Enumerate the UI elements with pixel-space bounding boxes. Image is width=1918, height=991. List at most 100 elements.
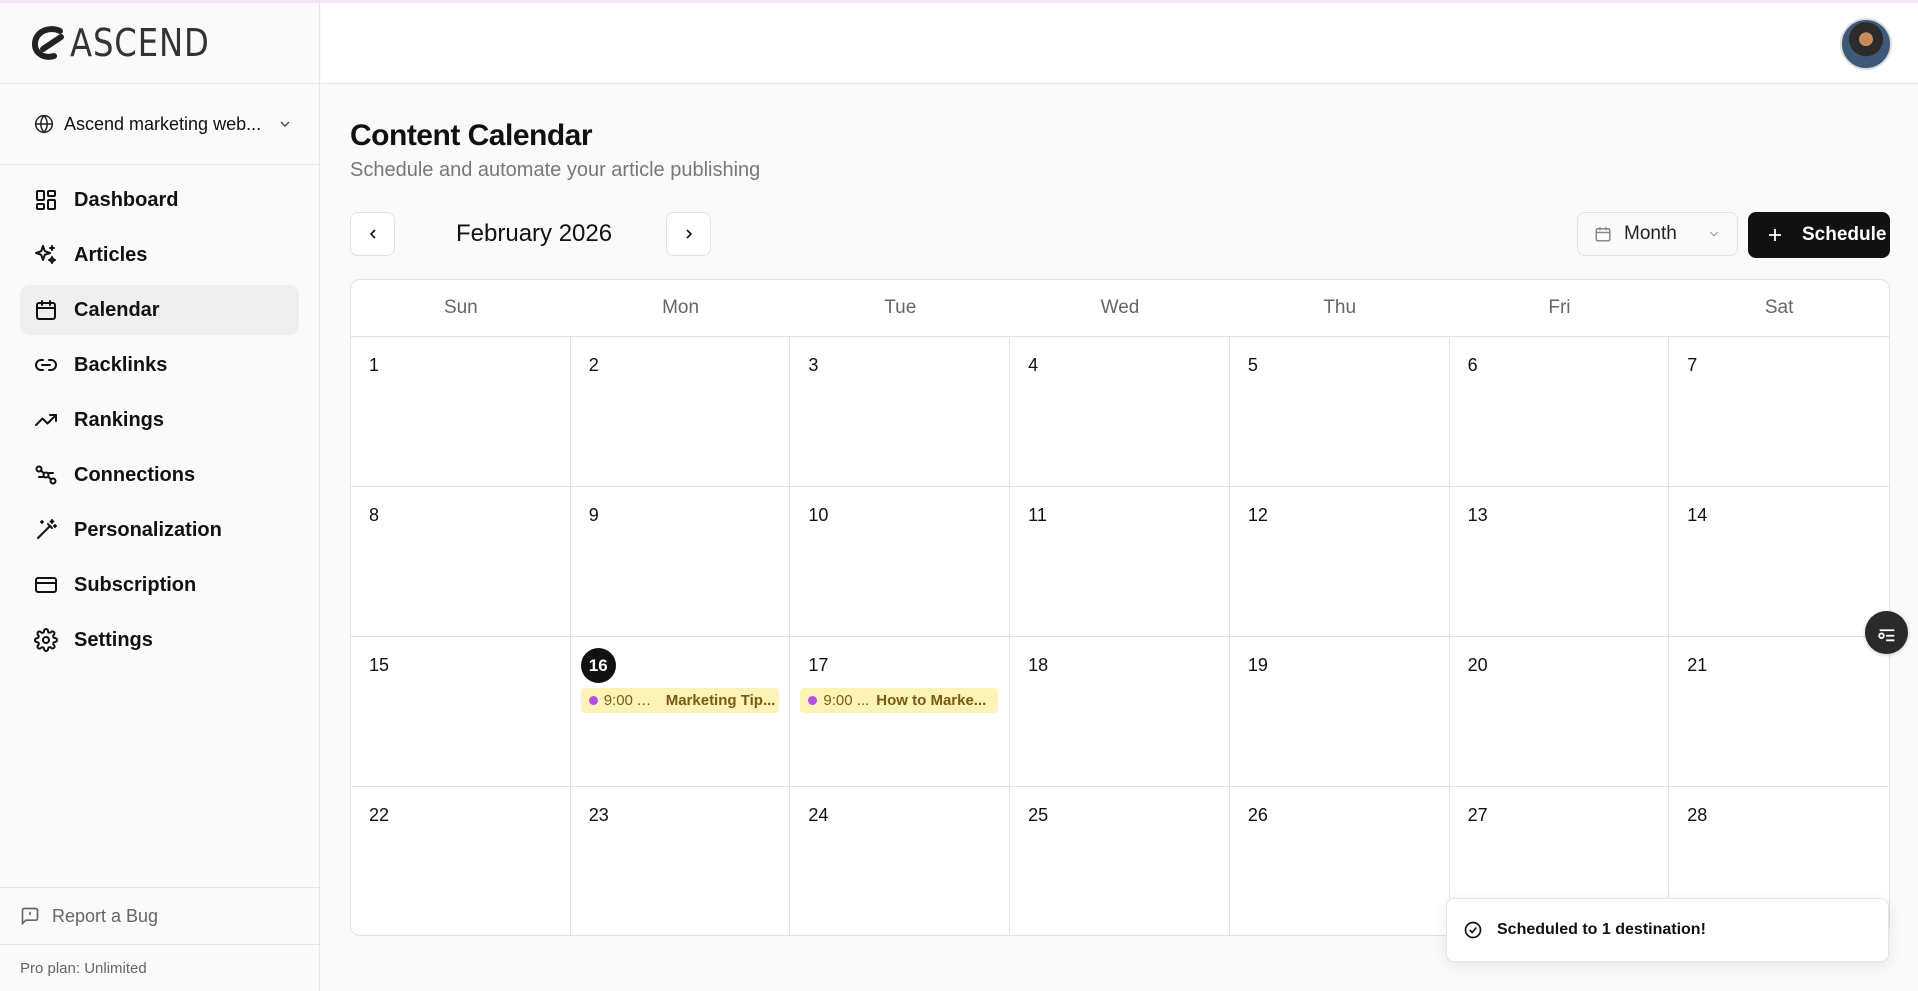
calendar-day-cell[interactable]: 18: [1010, 637, 1230, 787]
day-number: 23: [588, 805, 609, 825]
site-selector-value: Ascend marketing web...: [64, 113, 262, 134]
credit-card-icon: [35, 577, 57, 593]
next-month-button[interactable]: [666, 212, 711, 256]
site-selector[interactable]: Ascend marketing web...: [0, 84, 319, 165]
ascend-logo-icon: [31, 26, 64, 60]
weekday-label: Tue: [884, 297, 917, 318]
day-number: 27: [1467, 805, 1488, 825]
weekday-label: Sat: [1764, 297, 1794, 318]
sidebar-item-backlinks[interactable]: Backlinks: [20, 340, 299, 390]
day-number: 26: [1247, 805, 1268, 825]
sidebar-item-subscription[interactable]: Subscription: [20, 560, 299, 610]
schedule-button[interactable]: Schedule: [1748, 212, 1890, 258]
calendar-day-cell[interactable]: 1: [351, 337, 571, 487]
day-number: 20: [1467, 655, 1488, 675]
calendar-day-cell[interactable]: 5: [1229, 337, 1450, 487]
current-month-label: February 2026: [456, 220, 613, 247]
check-circle-icon: [1464, 921, 1482, 939]
sidebar-item-articles[interactable]: Articles: [20, 230, 299, 280]
sidebar-item-label: Connections: [74, 463, 196, 486]
sidebar-item-label: Rankings: [74, 408, 165, 431]
day-number: 15: [369, 655, 390, 675]
sidebar-item-dashboard[interactable]: Dashboard: [20, 175, 299, 225]
chevron-down-icon: [1710, 231, 1718, 237]
calendar-day-cell[interactable]: 2: [570, 337, 791, 487]
avatar[interactable]: [1840, 18, 1892, 70]
wand-icon: [37, 519, 57, 539]
calendar-event[interactable]: 9:00 ... How to Marke...: [800, 688, 999, 713]
calendar-day-cell[interactable]: 16 9:00 A... Marketing Tip...: [570, 637, 791, 787]
logo[interactable]: ASCEND: [0, 3, 319, 84]
sidebar-item-personalization[interactable]: Personalization: [20, 505, 299, 555]
sidebar-item-settings[interactable]: Settings: [20, 615, 299, 665]
page-subtitle: Schedule and automate your article publi…: [350, 159, 761, 181]
toast-notification: Scheduled to 1 destination!: [1446, 898, 1889, 962]
floating-action-button[interactable]: [1865, 611, 1908, 654]
day-number: 21: [1687, 655, 1708, 675]
day-number: 22: [369, 805, 390, 825]
sidebar: ASCEND Ascend marketing web... Dashboard…: [0, 3, 320, 991]
sidebar-item-label: Subscription: [74, 573, 197, 596]
sidebar-item-label: Backlinks: [74, 353, 168, 376]
weekday-label: Sun: [443, 297, 478, 318]
calendar-day-cell[interactable]: 15: [351, 637, 571, 787]
list-toggle-icon: [1877, 628, 1894, 641]
report-bug-icon: [21, 907, 39, 926]
calendar-day-cell[interactable]: 3: [790, 337, 1011, 487]
day-number: 24: [808, 805, 829, 825]
event-status-dot: [808, 696, 818, 705]
calendar-day-cell[interactable]: 24: [790, 787, 1011, 935]
sidebar-item-calendar[interactable]: Calendar: [20, 285, 299, 335]
weekday-label: Thu: [1323, 297, 1357, 318]
weekday-label: Fri: [1548, 297, 1571, 318]
calendar-icon: [36, 300, 56, 320]
today-badge: 16: [580, 648, 616, 683]
day-number: 19: [1247, 655, 1268, 675]
view-mode-select[interactable]: Month: [1577, 212, 1738, 256]
day-number: 8: [369, 505, 380, 525]
calendar-day-cell[interactable]: 11: [1010, 487, 1230, 637]
sidebar-item-label: Calendar: [74, 298, 160, 321]
sidebar-item-label: Settings: [74, 628, 153, 651]
toast-message: Scheduled to 1 destination!: [1497, 921, 1706, 938]
calendar-day-cell[interactable]: 9: [570, 487, 791, 637]
calendar-day-cell[interactable]: 21: [1669, 637, 1889, 787]
dashboard-icon: [36, 190, 56, 210]
day-number: 18: [1028, 655, 1049, 675]
weekday-header: Sun Mon Tue Wed Thu Fri Sat: [351, 280, 1889, 337]
chevron-right-icon: [685, 229, 692, 239]
calendar-day-cell[interactable]: 25: [1010, 787, 1230, 935]
calendar-day-cell[interactable]: 19: [1229, 637, 1450, 787]
plan-info: Pro plan: Unlimited: [0, 944, 319, 991]
calendar-day-cell[interactable]: 12: [1229, 487, 1450, 637]
chevron-left-icon: [369, 229, 376, 239]
calendar-day-cell[interactable]: 13: [1449, 487, 1670, 637]
page-title: Content Calendar: [350, 119, 593, 152]
calendar-day-cell[interactable]: 10: [790, 487, 1011, 637]
day-number: 3: [808, 355, 819, 375]
connections-icon: [35, 465, 57, 485]
day-number: 13: [1467, 505, 1488, 525]
sidebar-item-rankings[interactable]: Rankings: [20, 395, 299, 445]
calendar-day-cell[interactable]: 4: [1010, 337, 1230, 487]
day-number: 4: [1028, 355, 1039, 375]
event-title: How to Marke...: [876, 692, 987, 709]
calendar-day-cell[interactable]: 14: [1669, 487, 1889, 637]
calendar-day-cell[interactable]: 20: [1449, 637, 1670, 787]
day-number: 7: [1687, 355, 1698, 375]
day-number: 17: [808, 655, 829, 675]
report-bug-link[interactable]: Report a Bug: [0, 887, 319, 944]
calendar-day-cell[interactable]: 22: [351, 787, 571, 935]
calendar-day-cell[interactable]: 8: [351, 487, 571, 637]
prev-month-button[interactable]: [350, 212, 395, 256]
link-icon: [35, 359, 57, 371]
calendar-event[interactable]: 9:00 A... Marketing Tip...: [580, 688, 779, 713]
gear-icon: [34, 628, 58, 652]
day-number: 1: [369, 355, 380, 375]
calendar-day-cell[interactable]: 23: [571, 787, 791, 935]
calendar-day-cell[interactable]: 7: [1669, 337, 1889, 487]
calendar-day-cell[interactable]: 17 9:00 ... How to Marke...: [790, 637, 1011, 787]
calendar-day-cell[interactable]: 6: [1449, 337, 1670, 487]
calendar-day-cell[interactable]: 26: [1230, 787, 1450, 935]
sidebar-item-connections[interactable]: Connections: [20, 450, 299, 500]
